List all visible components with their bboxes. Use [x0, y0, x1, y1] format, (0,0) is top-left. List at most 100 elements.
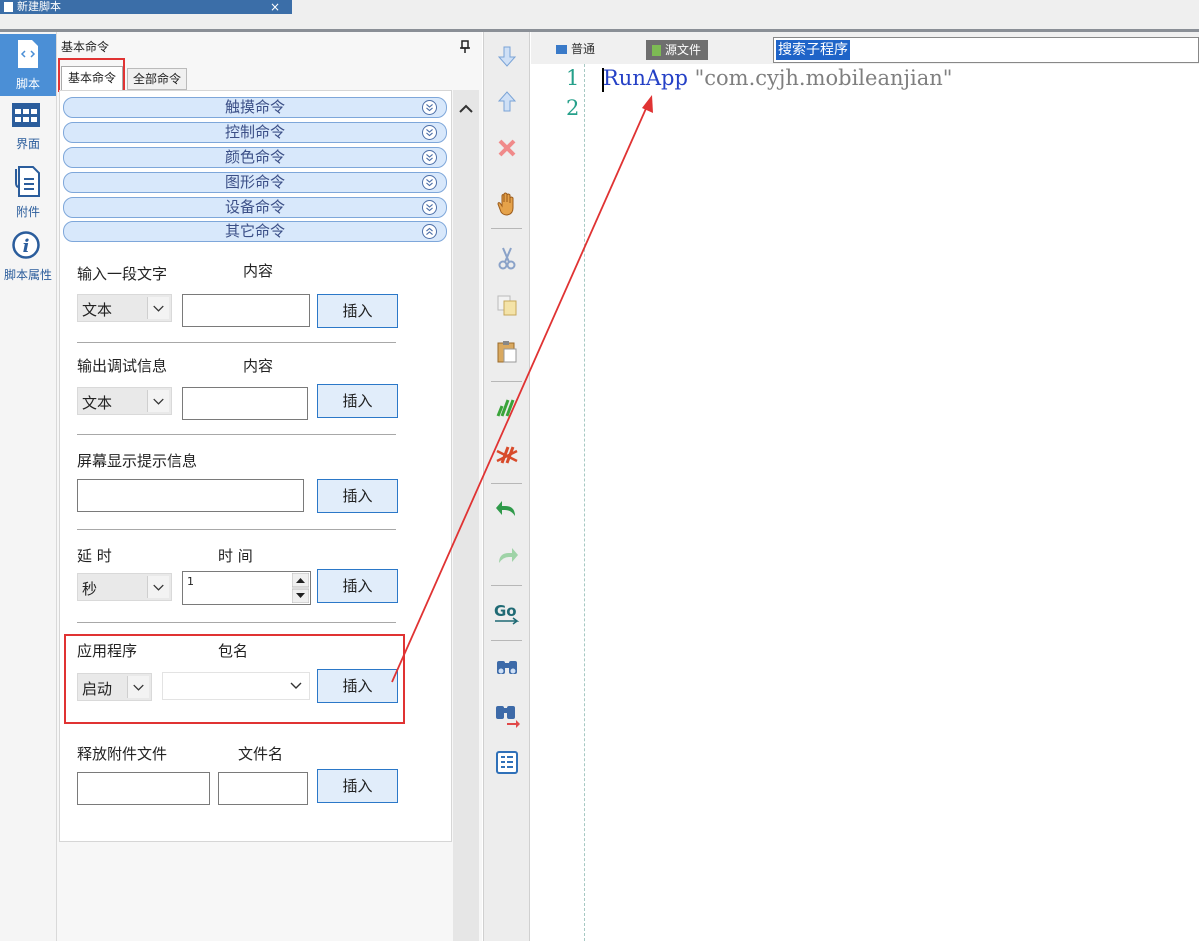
document-tab[interactable]: 新建脚本 ×	[0, 0, 292, 14]
delay-time-label: 时 间	[218, 547, 253, 565]
spinner-arrows-icon[interactable]	[292, 573, 309, 603]
release-filename-field[interactable]	[218, 772, 308, 805]
input-text-label: 输入一段文字	[77, 265, 168, 283]
category-graphics[interactable]: 图形命令	[63, 172, 447, 193]
script-icon	[18, 40, 38, 68]
select-value: 启动	[82, 680, 113, 698]
chevron-down-icon	[422, 175, 437, 190]
tab-highlight-box	[58, 58, 125, 92]
search-selected-text: 搜索子程序	[776, 40, 850, 60]
screen-tip-insert-button[interactable]: 插入	[317, 479, 398, 513]
code-keyword: RunApp	[603, 66, 688, 90]
comment-icon[interactable]	[493, 394, 521, 422]
mode-source-label: 源文件	[665, 43, 702, 57]
toolbar-separator	[491, 228, 522, 229]
svg-text:i: i	[23, 236, 30, 257]
nav-item-attachment[interactable]: 附件	[0, 163, 56, 225]
delay-time-spinner[interactable]: 1	[182, 571, 311, 605]
redo-icon[interactable]	[493, 543, 521, 571]
attachment-icon	[15, 166, 40, 197]
panel-scrollbar[interactable]	[453, 90, 479, 941]
code-editor[interactable]	[531, 32, 1199, 941]
category-control[interactable]: 控制命令	[63, 122, 447, 143]
release-file-field[interactable]	[77, 772, 210, 805]
code-string: "com.cyjh.mobileanjian"	[687, 66, 953, 90]
chevron-down-icon	[422, 125, 437, 140]
find-icon[interactable]	[493, 653, 521, 681]
info-icon: i	[12, 231, 40, 259]
move-down-icon[interactable]	[493, 42, 521, 70]
nav-label-attachment: 附件	[15, 205, 40, 219]
category-label: 设备命令	[224, 198, 285, 216]
scroll-up-icon[interactable]	[453, 98, 479, 118]
chevron-down-icon	[422, 200, 437, 215]
nav-item-script[interactable]: 脚本	[0, 34, 56, 96]
chevron-down-icon	[147, 297, 169, 319]
app-insert-button[interactable]: 插入	[317, 669, 398, 703]
mode-source-tab[interactable]: 源文件	[646, 40, 708, 60]
hand-icon[interactable]	[493, 190, 521, 218]
tab-all-commands[interactable]: 全部命令	[127, 68, 187, 90]
nav-item-properties[interactable]: i 脚本属性	[0, 228, 56, 290]
mode-normal-tab[interactable]: 普通	[556, 40, 595, 57]
category-color[interactable]: 颜色命令	[63, 147, 447, 168]
toolbar-separator	[491, 483, 522, 484]
outline-icon[interactable]	[493, 748, 521, 776]
nav-label-ui: 界面	[15, 137, 40, 151]
input-text-content-field[interactable]	[182, 294, 310, 327]
toolbar-separator	[491, 640, 522, 641]
section-divider	[77, 529, 396, 530]
section-divider	[77, 434, 396, 435]
nav-item-ui[interactable]: 界面	[0, 98, 56, 160]
app-action-select[interactable]: 启动	[77, 673, 152, 701]
select-value: 文本	[82, 394, 113, 412]
goto-icon[interactable]: Go	[493, 598, 521, 626]
screen-tip-label: 屏幕显示提示信息	[77, 452, 198, 470]
line-number: 1	[566, 66, 580, 90]
chevron-down-icon	[147, 390, 169, 412]
app-package-label: 包名	[218, 642, 249, 660]
debug-output-content-field[interactable]	[182, 387, 308, 420]
mode-normal-label: 普通	[571, 42, 596, 56]
category-other[interactable]: 其它命令	[63, 221, 447, 242]
category-label: 图形命令	[224, 173, 285, 191]
uncomment-icon[interactable]	[493, 441, 521, 469]
release-filename-label: 文件名	[238, 745, 284, 763]
select-value: 秒	[82, 580, 98, 598]
input-text-type-select[interactable]: 文本	[77, 294, 172, 322]
source-file-icon	[652, 45, 661, 56]
paste-icon[interactable]	[493, 338, 521, 366]
move-up-icon[interactable]	[493, 88, 521, 116]
subroutine-search-input[interactable]: 搜索子程序	[773, 37, 1199, 63]
input-text-insert-button[interactable]: 插入	[317, 294, 398, 328]
chevron-down-icon	[147, 576, 169, 598]
delay-time-value: 1	[187, 575, 194, 588]
copy-icon[interactable]	[493, 291, 521, 319]
app-label: 应用程序	[77, 642, 138, 660]
delay-insert-button[interactable]: 插入	[317, 569, 398, 603]
debug-output-content-label: 内容	[243, 357, 274, 375]
section-divider	[77, 622, 396, 623]
nav-label-properties: 脚本属性	[3, 268, 52, 282]
app-package-dropdown[interactable]	[162, 672, 310, 700]
category-device[interactable]: 设备命令	[63, 197, 447, 218]
svg-text:Go: Go	[494, 602, 517, 620]
category-label: 颜色命令	[224, 148, 285, 166]
toolbar-separator	[491, 585, 522, 586]
pin-icon[interactable]	[459, 40, 471, 54]
delay-unit-select[interactable]: 秒	[77, 573, 172, 601]
find-next-icon[interactable]	[493, 700, 521, 728]
debug-output-insert-button[interactable]: 插入	[317, 384, 398, 418]
category-touch[interactable]: 触摸命令	[63, 97, 447, 118]
select-value: 文本	[82, 301, 113, 319]
screen-tip-field[interactable]	[77, 479, 304, 512]
chevron-down-icon	[422, 150, 437, 165]
delete-icon[interactable]	[493, 134, 521, 162]
undo-icon[interactable]	[493, 496, 521, 524]
debug-output-type-select[interactable]: 文本	[77, 387, 172, 415]
toolbar-separator	[491, 381, 522, 382]
close-icon[interactable]: ×	[270, 0, 280, 14]
cut-icon[interactable]	[493, 244, 521, 272]
release-file-insert-button[interactable]: 插入	[317, 769, 398, 803]
code-line-1[interactable]: RunApp "com.cyjh.mobileanjian"	[603, 66, 952, 90]
